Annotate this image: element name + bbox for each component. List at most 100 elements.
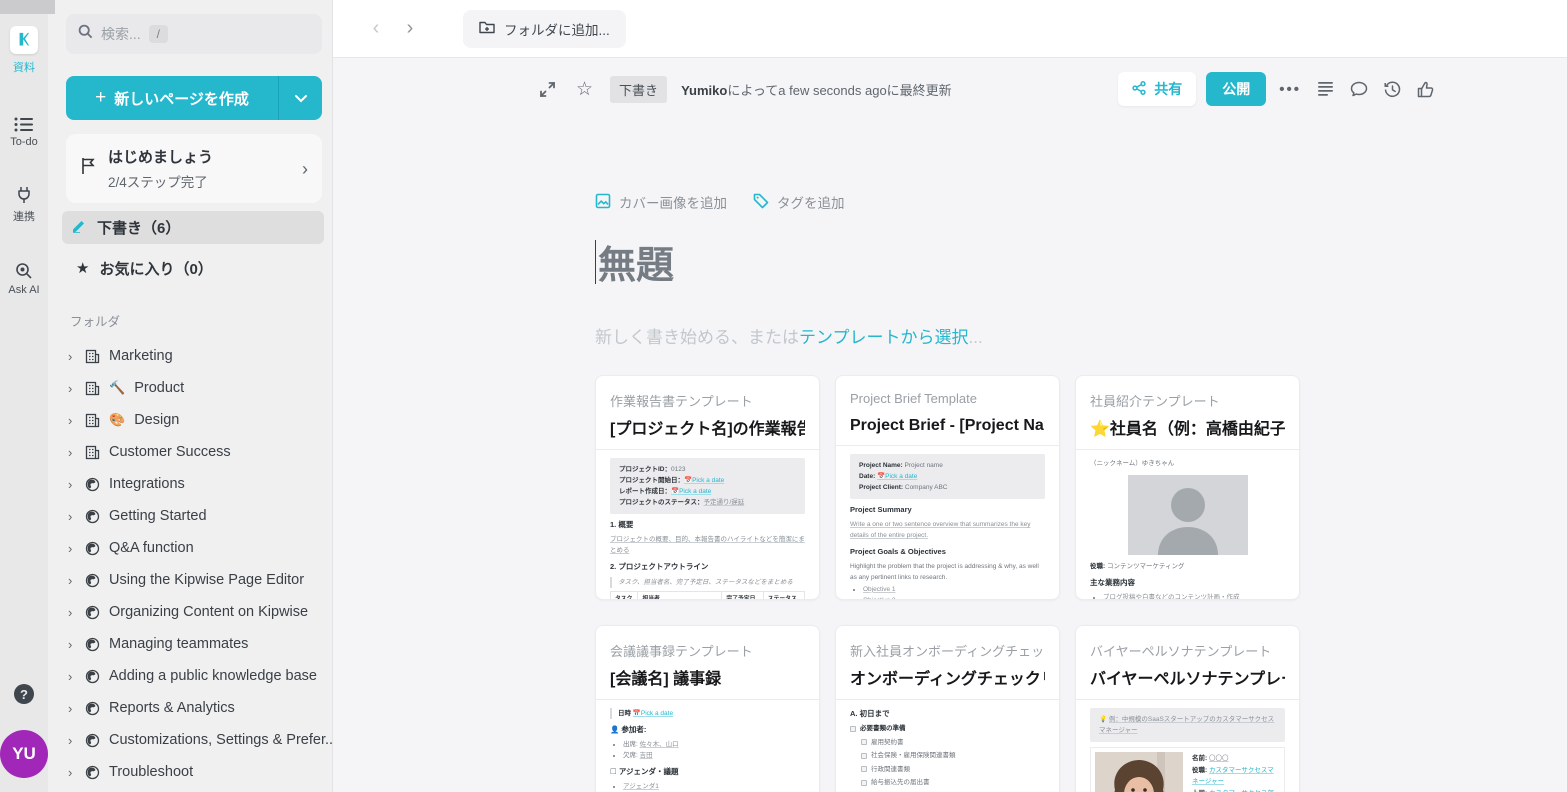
template-picker-link[interactable]: テンプレートから選択 bbox=[799, 328, 969, 347]
add-tag-button[interactable]: タグを追加 bbox=[753, 192, 845, 212]
publish-button[interactable]: 公開 bbox=[1206, 72, 1266, 106]
doc-toolbar-right: 共有 公開 ••• bbox=[1118, 72, 1437, 106]
title-input[interactable]: 無題 bbox=[595, 234, 1305, 289]
checkbox-icon bbox=[861, 753, 867, 759]
globe-icon bbox=[85, 509, 100, 524]
template-card-label: 社員紹介テンプレート bbox=[1090, 391, 1285, 410]
persona-photo bbox=[1095, 752, 1183, 792]
star-icon: ★ bbox=[76, 261, 89, 276]
title-placeholder: 無題 bbox=[598, 234, 674, 289]
folder-label: Adding a public knowledge base bbox=[109, 668, 317, 684]
checkbox-icon bbox=[850, 726, 856, 732]
sidebar-folder-using-the-kipwise-page-editor[interactable]: ›Using the Kipwise Page Editor bbox=[66, 564, 322, 596]
template-card-heading: バイヤーペルソナテンプレート bbox=[1090, 670, 1285, 690]
globe-icon bbox=[85, 765, 100, 780]
new-page-dropdown-button[interactable] bbox=[278, 76, 322, 120]
question-icon: ? bbox=[20, 687, 28, 702]
thumbs-up-button[interactable] bbox=[1414, 78, 1437, 101]
app-root: 資料 To-do 連携 Ask AI ? YU 検索... / + 新しいページを作… bbox=[0, 0, 1567, 792]
rail-item-todo[interactable]: To-do bbox=[10, 117, 38, 148]
folder-label: Design bbox=[134, 412, 179, 428]
share-label: 共有 bbox=[1154, 79, 1182, 99]
chevron-left-icon: ‹ bbox=[373, 17, 380, 39]
folder-label: Product bbox=[134, 380, 184, 396]
add-to-folder-label: フォルダに追加... bbox=[504, 19, 610, 39]
sidebar-folder-customizations-settings-prefer[interactable]: ›Customizations, Settings & Prefer... bbox=[66, 724, 322, 756]
sidebar-folder-getting-started[interactable]: ›Getting Started bbox=[66, 500, 322, 532]
folder-label: Getting Started bbox=[109, 508, 207, 524]
share-button[interactable]: 共有 bbox=[1118, 72, 1196, 106]
template-card-preview: 💡 例：中規模のSaaSスタートアップのカスタマーサクセスマネージャー名前: 〇… bbox=[1090, 708, 1285, 792]
sidebar-folder-customer-success[interactable]: ›Customer Success bbox=[66, 436, 322, 468]
rail-item-label: Ask AI bbox=[8, 284, 39, 296]
sidebar-folder-q-a-function[interactable]: ›Q&A function bbox=[66, 532, 322, 564]
sidebar-folder-reports-analytics[interactable]: ›Reports & Analytics bbox=[66, 692, 322, 724]
template-card-preview: A. 初日まで必要書類の準備雇用契約書社会保険・雇用保険関連書類行政関連書類給与… bbox=[850, 708, 1045, 792]
search-icon bbox=[78, 24, 93, 44]
flag-icon bbox=[80, 157, 96, 180]
comments-button[interactable] bbox=[1347, 78, 1371, 100]
onboarding-progress: 2/4ステップ完了 bbox=[108, 171, 290, 191]
chevron-right-icon: › bbox=[68, 605, 76, 620]
tag-icon bbox=[753, 193, 769, 212]
favorite-star-button[interactable]: ☆ bbox=[573, 75, 596, 104]
globe-icon bbox=[85, 669, 100, 684]
workspace-logo[interactable]: 資料 bbox=[10, 26, 38, 75]
sidebar-folder-design[interactable]: ›🎨Design bbox=[66, 404, 322, 436]
sidebar-item-drafts[interactable]: 下書き（6） bbox=[62, 211, 324, 244]
template-card-4[interactable]: 会議議事録テンプレート[会議名] 議事録日時 📅Pick a date👤 参加者… bbox=[595, 625, 820, 792]
rail-bottom: ? YU bbox=[0, 684, 48, 778]
template-card-3[interactable]: 社員紹介テンプレート⭐社員名（例：高橋由紀子）（ニックネーム）ゆきちゃん役職: … bbox=[1075, 375, 1300, 600]
add-to-folder-button[interactable]: フォルダに追加... bbox=[463, 10, 626, 48]
rail-item-label: To-do bbox=[10, 136, 38, 148]
doc-meta-row: カバー画像を追加 タグを追加 bbox=[595, 192, 1305, 212]
template-card-6[interactable]: バイヤーペルソナテンプレートバイヤーペルソナテンプレート 💡 例：中規模のSaaS… bbox=[1075, 625, 1300, 792]
updated-by: Yumiko bbox=[681, 83, 727, 98]
chevron-right-icon: › bbox=[68, 573, 76, 588]
search-input[interactable]: 検索... / bbox=[66, 14, 322, 54]
slash-shortcut-key: / bbox=[149, 25, 168, 43]
sidebar-folder-managing-teammates[interactable]: ›Managing teammates bbox=[66, 628, 322, 660]
fullscreen-button[interactable] bbox=[536, 78, 559, 101]
rail-item-integrations[interactable]: 連携 bbox=[13, 186, 35, 224]
divider bbox=[836, 699, 1059, 700]
nav-forward-button[interactable]: › bbox=[397, 17, 423, 40]
template-card-preview: （ニックネーム）ゆきちゃん役職: コンテンツマーケティング主な業務内容ブログ投稿… bbox=[1090, 458, 1285, 600]
sidebar-folder-marketing[interactable]: ›Marketing bbox=[66, 340, 322, 372]
pencil-icon bbox=[72, 218, 87, 237]
help-button[interactable]: ? bbox=[14, 684, 34, 704]
new-page-button[interactable]: + 新しいページを作成 bbox=[66, 76, 278, 120]
share-icon bbox=[1132, 81, 1146, 98]
rail-items: To-do 連携 Ask AI bbox=[8, 117, 39, 296]
doc-content: カバー画像を追加 タグを追加 無題 新しく書き始める、またはテンプレートから選択… bbox=[333, 120, 1567, 792]
sidebar-folder-adding-a-public-knowledge-base[interactable]: ›Adding a public knowledge base bbox=[66, 660, 322, 692]
folder-label: Managing teammates bbox=[109, 636, 248, 652]
nav-back-button[interactable]: ‹ bbox=[363, 17, 389, 40]
template-card-grid: 作業報告書テンプレート[プロジェクト名]の作業報告書プロジェクトID：0123プ… bbox=[595, 375, 1305, 792]
add-cover-button[interactable]: カバー画像を追加 bbox=[595, 192, 727, 212]
history-button[interactable] bbox=[1381, 78, 1404, 101]
chevron-right-icon: › bbox=[302, 160, 308, 178]
sidebar-folder-integrations[interactable]: ›Integrations bbox=[66, 468, 322, 500]
user-avatar[interactable]: YU bbox=[0, 730, 48, 778]
sidebar-folder-organizing-content-on-kipwise[interactable]: ›Organizing Content on Kipwise bbox=[66, 596, 322, 628]
sidebar-folder-operations[interactable]: ›Operations bbox=[66, 788, 322, 792]
template-card-1[interactable]: 作業報告書テンプレート[プロジェクト名]の作業報告書プロジェクトID：0123プ… bbox=[595, 375, 820, 600]
building-icon bbox=[85, 413, 100, 428]
globe-icon bbox=[85, 701, 100, 716]
rail-item-ask-ai[interactable]: Ask AI bbox=[8, 262, 39, 296]
globe-icon bbox=[85, 477, 100, 492]
onboarding-card[interactable]: はじめましょう 2/4ステップ完了 › bbox=[66, 134, 322, 203]
more-options-button[interactable]: ••• bbox=[1276, 78, 1304, 101]
sidebar-item-favorites[interactable]: ★ お気に入り（0） bbox=[66, 252, 322, 285]
template-card-label: バイヤーペルソナテンプレート bbox=[1090, 641, 1285, 660]
sidebar-folder-product[interactable]: ›🔨Product bbox=[66, 372, 322, 404]
template-card-2[interactable]: Project Brief TemplateProject Brief - [P… bbox=[835, 375, 1060, 600]
template-card-label: 会議議事録テンプレート bbox=[610, 641, 805, 660]
outline-button[interactable] bbox=[1314, 79, 1337, 99]
sidebar-folder-troubleshoot[interactable]: ›Troubleshoot bbox=[66, 756, 322, 788]
template-card-preview: プロジェクトID：0123プロジェクト開始日：📅Pick a dateレポート作… bbox=[610, 458, 805, 600]
template-card-5[interactable]: 新入社員オンボーディングチェック...オンボーディングチェックリス...A. 初… bbox=[835, 625, 1060, 792]
text-cursor bbox=[595, 240, 596, 284]
folder-label: Q&A function bbox=[109, 540, 194, 556]
